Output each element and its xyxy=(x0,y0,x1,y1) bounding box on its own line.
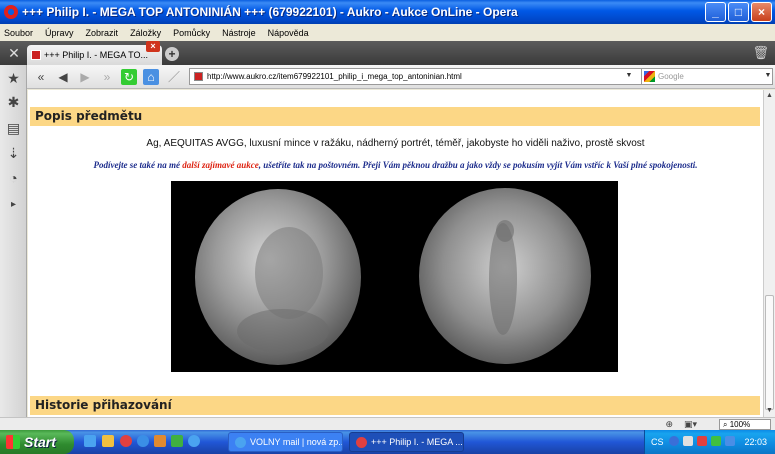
quicklaunch-ie2-icon[interactable] xyxy=(188,435,200,447)
opera-logo-icon xyxy=(4,5,18,19)
scrollbar-thumb[interactable] xyxy=(765,295,774,410)
search-small-icon: ⌕ xyxy=(723,420,728,429)
back-icon[interactable]: ◀ xyxy=(55,69,71,85)
search-placeholder: Google xyxy=(658,72,684,81)
title-bar: +++ Philip I. - MEGA TOP ANTONINIÁN +++ … xyxy=(0,0,775,24)
tray-volume-icon[interactable] xyxy=(725,436,735,446)
section-bid-history-title: Historie přihazování xyxy=(30,396,760,415)
speed-dial-icon[interactable]: ⊕ xyxy=(665,419,673,430)
edit-icon[interactable]: ／ xyxy=(166,69,182,85)
task-label: +++ Philip I. - MEGA ... xyxy=(371,437,463,447)
promo-after: , ušetříte tak na poštovném. Přeji Vám p… xyxy=(258,160,698,170)
fast-forward-icon[interactable]: » xyxy=(99,69,115,85)
search-field[interactable]: Google xyxy=(641,68,773,85)
tray-back-icon[interactable] xyxy=(669,436,679,446)
quicklaunch-app2-icon[interactable] xyxy=(171,435,183,447)
view-options-icon[interactable]: ▣▾ xyxy=(684,419,697,430)
menu-bookmarks[interactable]: Záložky xyxy=(130,28,161,38)
tray-network-icon[interactable] xyxy=(683,436,693,446)
rewind-icon[interactable]: « xyxy=(33,69,49,85)
site-favicon-icon xyxy=(194,72,203,81)
star-icon[interactable]: ★ xyxy=(5,70,22,87)
menu-tools[interactable]: Nástroje xyxy=(222,28,256,38)
taskbar: Start VOLNY mail | nová zp... +++ Philip… xyxy=(0,430,775,454)
task-opera-aukro[interactable]: +++ Philip I. - MEGA ... xyxy=(349,432,464,452)
start-label: Start xyxy=(24,434,56,450)
ie-icon xyxy=(235,436,246,448)
notes-icon[interactable]: ▤ xyxy=(5,120,22,137)
sidebar-panel: ★ ✱ ▤ ⇣ ◔ ▸ xyxy=(0,65,27,428)
item-description: Ag, AEQUITAS AVGG, luxusní mince v ražák… xyxy=(146,138,645,149)
clock: 22:03 xyxy=(744,437,767,447)
quicklaunch-ie-icon[interactable] xyxy=(137,435,149,447)
system-tray: CS 22:03 xyxy=(644,430,775,454)
quicklaunch-opera-icon[interactable] xyxy=(120,435,132,447)
gear-icon[interactable]: ✱ xyxy=(5,94,22,111)
quicklaunch-media-icon[interactable] xyxy=(102,435,114,447)
address-url: http://www.aukro.cz/item679922101_philip… xyxy=(207,72,462,81)
quicklaunch-desktop-icon[interactable] xyxy=(84,435,96,447)
window-title: +++ Philip I. - MEGA TOP ANTONINIÁN +++ … xyxy=(22,5,518,19)
coin-image xyxy=(195,188,591,365)
zoom-value: 100% xyxy=(729,420,751,429)
minimize-button[interactable]: _ xyxy=(705,2,726,22)
menu-help[interactable]: Nápověda xyxy=(268,28,309,38)
status-bar: ⊕ ▣▾ ⌕ 100% xyxy=(0,417,775,430)
reload-icon[interactable]: ↻ xyxy=(121,69,137,85)
promo-before: Podívejte se také na mé xyxy=(93,160,183,170)
language-indicator[interactable]: CS xyxy=(651,437,664,447)
aukro-favicon-icon xyxy=(31,50,41,60)
menu-view[interactable]: Zobrazit xyxy=(86,28,119,38)
tray-app-icon[interactable] xyxy=(711,436,721,446)
tab-strip: ✕ +++ Philip I. - MEGA TO... × + 🗑 xyxy=(0,41,775,65)
scroll-up-icon[interactable]: ▲ xyxy=(764,90,775,102)
coin-photo xyxy=(171,181,618,372)
quicklaunch-app-icon[interactable] xyxy=(154,435,166,447)
trash-icon[interactable]: 🗑 xyxy=(752,45,769,61)
address-field[interactable]: http://www.aukro.cz/item679922101_philip… xyxy=(189,68,663,85)
navigation-bar: « ◀ ▶ » ↻ ⌂ ／ http://www.aukro.cz/item67… xyxy=(27,65,775,89)
opera-icon xyxy=(356,436,367,448)
menu-bar: Soubor Úpravy Zobrazit Záložky Pomůcky N… xyxy=(0,24,775,41)
page-content: Popis předmětu Ag, AEQUITAS AVGG, luxusn… xyxy=(28,90,763,417)
scroll-down-icon[interactable]: ▼ xyxy=(764,405,775,417)
windows-flag-icon xyxy=(6,435,20,449)
tab-active[interactable]: +++ Philip I. - MEGA TO... xyxy=(27,45,162,65)
menu-widgets[interactable]: Pomůcky xyxy=(173,28,210,38)
menu-file[interactable]: Soubor xyxy=(4,28,33,38)
maximize-button[interactable]: □ xyxy=(728,2,749,22)
forward-icon[interactable]: ▶ xyxy=(77,69,93,85)
search-dropdown-icon[interactable]: ▼ xyxy=(762,69,774,83)
google-icon xyxy=(644,71,655,82)
task-volny-mail[interactable]: VOLNY mail | nová zp... xyxy=(228,432,343,452)
history-icon[interactable]: ◔ xyxy=(5,170,22,187)
task-label: VOLNY mail | nová zp... xyxy=(250,437,343,447)
menu-edit[interactable]: Úpravy xyxy=(45,28,74,38)
section-description-title: Popis předmětu xyxy=(30,107,760,126)
new-tab-button[interactable]: + xyxy=(165,47,179,61)
tools-icon[interactable]: ✕ xyxy=(6,45,22,61)
start-button[interactable]: Start xyxy=(0,430,74,454)
transfer-icon[interactable]: ⇣ xyxy=(5,145,22,162)
tray-security-icon[interactable] xyxy=(697,436,707,446)
close-window-button[interactable]: × xyxy=(751,2,772,22)
tab-label: +++ Philip I. - MEGA TO... xyxy=(44,50,148,60)
zoom-field[interactable]: ⌕ 100% xyxy=(719,419,771,430)
other-auctions-link[interactable]: další zajímavé aukce xyxy=(182,160,259,170)
panel-toggle-icon[interactable]: ▸ xyxy=(5,196,22,213)
window-controls: _ □ × xyxy=(705,2,772,22)
tab-close-button[interactable]: × xyxy=(146,41,160,52)
home-icon[interactable]: ⌂ xyxy=(143,69,159,85)
address-dropdown-icon[interactable]: ▼ xyxy=(623,69,635,83)
promo-text: Podívejte se také na mé další zajímavé a… xyxy=(28,160,763,170)
page-scrollbar[interactable]: ▲ ▼ xyxy=(763,90,775,417)
